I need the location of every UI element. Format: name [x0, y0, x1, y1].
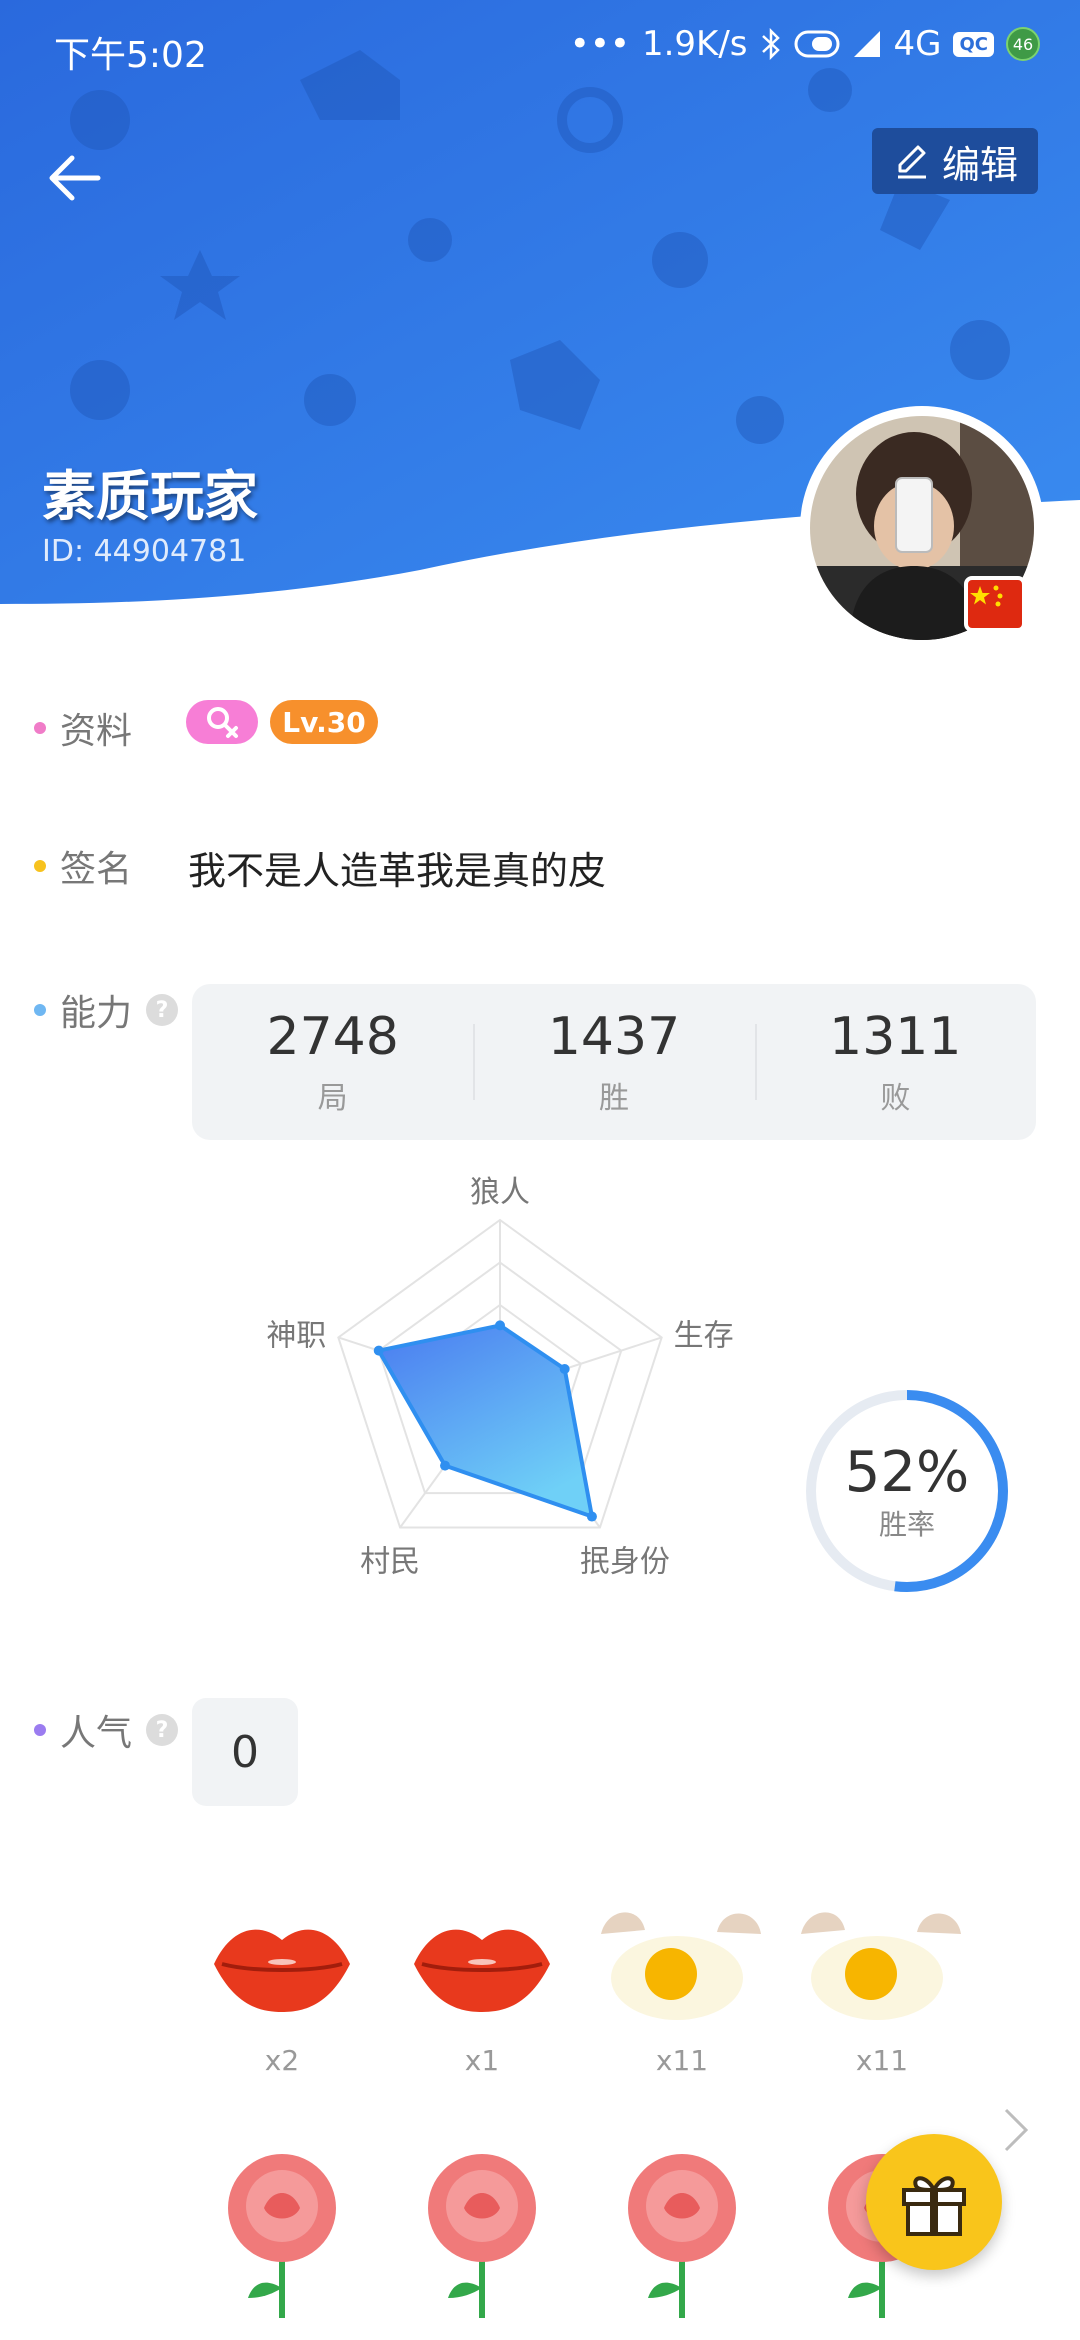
battery-icon: 46	[1006, 27, 1040, 61]
radar-point	[495, 1320, 505, 1331]
radar-axis-label: 神职	[266, 1318, 326, 1353]
gift-item[interactable]	[192, 2148, 372, 2332]
popularity-dot	[34, 1724, 46, 1736]
female-gender-badge	[186, 700, 258, 744]
bluetooth-icon	[760, 28, 782, 60]
stat-losses: 1311 败	[754, 984, 1036, 1140]
nickname: 素质玩家	[42, 465, 258, 528]
game-stats: 2748 局 1437 胜 1311 败	[192, 984, 1036, 1140]
ability-dot	[34, 1004, 46, 1016]
radar-point	[559, 1363, 570, 1374]
gifts-next-button[interactable]	[996, 2100, 1036, 2160]
signature-label: 签名	[60, 849, 133, 890]
gift-count: x2	[264, 2044, 300, 2077]
radar-axis-label: 村民	[360, 1545, 420, 1580]
rose-icon	[428, 2154, 536, 2318]
gift-item[interactable]	[592, 2148, 772, 2332]
egg-icon	[801, 1912, 961, 2020]
radar-area	[376, 1323, 594, 1519]
win-rate-ring: 52% 胜率	[800, 1384, 1014, 1598]
network-speed: 1.9K/s	[641, 24, 748, 64]
info-dot	[34, 722, 46, 734]
status-time: 下午5:02	[54, 35, 207, 76]
chevron-right-icon	[1004, 2108, 1029, 2152]
stat-games-label: 局	[317, 1081, 348, 1116]
gift-item[interactable]: x2	[192, 1900, 372, 2077]
back-button[interactable]	[36, 140, 112, 216]
gift-item[interactable]: x11	[792, 1900, 972, 2077]
lips-icon	[214, 1929, 350, 2012]
gift-item[interactable]: x1	[392, 1900, 572, 2077]
popularity-row-label: 人气 ?	[34, 1704, 179, 1756]
popularity-label: 人气	[60, 1713, 133, 1754]
ability-label: 能力	[60, 993, 133, 1034]
signature-text: 我不是人造革我是真的皮	[188, 849, 607, 893]
radar-axis-label: 抿身份	[580, 1545, 670, 1580]
gift-count: x11	[855, 2044, 909, 2077]
send-gift-button[interactable]	[866, 2134, 1002, 2270]
gift-item[interactable]	[392, 2148, 572, 2332]
toggle-icon	[794, 30, 840, 58]
info-row-label: 资料	[34, 702, 132, 754]
arrow-left-icon	[49, 155, 101, 201]
signature-dot	[34, 860, 46, 872]
gift-item[interactable]: x11	[592, 1900, 772, 2077]
egg-icon	[601, 1912, 761, 2020]
radar-point	[373, 1345, 384, 1356]
level-badge: Lv.30	[270, 700, 378, 744]
female-icon	[207, 707, 238, 738]
radar-point	[440, 1460, 451, 1471]
radar-axis-label: 生存	[674, 1318, 734, 1353]
gift-box-icon	[902, 2176, 966, 2236]
popularity-help-icon[interactable]: ?	[146, 1714, 179, 1746]
stat-wins-value: 1437	[547, 1007, 681, 1067]
win-rate-text: 52% 胜率	[800, 1384, 1014, 1598]
signature-row-label: 签名	[34, 840, 132, 892]
gift-count: x1	[464, 2044, 500, 2077]
status-bar: 下午5:02 ••• 1.9K/s 4G QC 46	[0, 0, 1080, 100]
radar-point	[586, 1511, 597, 1522]
status-indicators: ••• 1.9K/s 4G QC 46	[570, 24, 1040, 64]
stat-wins: 1437 胜	[473, 984, 754, 1140]
ability-help-icon[interactable]: ?	[146, 994, 179, 1026]
lips-icon	[414, 1929, 550, 2012]
rose-icon	[228, 2154, 336, 2318]
win-rate-label: 胜率	[878, 1507, 935, 1541]
edit-label: 编辑	[941, 142, 1018, 187]
ability-row-label: 能力 ?	[34, 984, 179, 1036]
user-id: ID: 44904781	[42, 534, 247, 569]
stat-wins-label: 胜	[598, 1081, 629, 1116]
stat-losses-label: 败	[880, 1081, 911, 1116]
gift-count: x11	[655, 2044, 709, 2077]
radar-axis-label: 狼人	[470, 1175, 530, 1210]
rose-icon	[628, 2154, 736, 2318]
china-flag-icon	[964, 576, 1026, 632]
info-label: 资料	[60, 711, 133, 752]
qc-badge: QC	[953, 31, 994, 57]
popularity-value: 0	[192, 1698, 298, 1806]
stat-games-value: 2748	[266, 1007, 399, 1067]
cell-signal-icon	[852, 29, 882, 59]
edit-button[interactable]: 编辑	[872, 128, 1038, 194]
pencil-icon	[897, 145, 926, 179]
stat-losses-value: 1311	[829, 1007, 962, 1067]
signal-dots-icon: •••	[569, 24, 630, 64]
stat-games: 2748 局	[192, 984, 473, 1140]
win-rate-value: 52%	[844, 1439, 970, 1505]
network-type: 4G	[893, 24, 942, 64]
ability-radar-chart: 狼人生存抿身份 村民 神职	[266, 1175, 734, 1580]
